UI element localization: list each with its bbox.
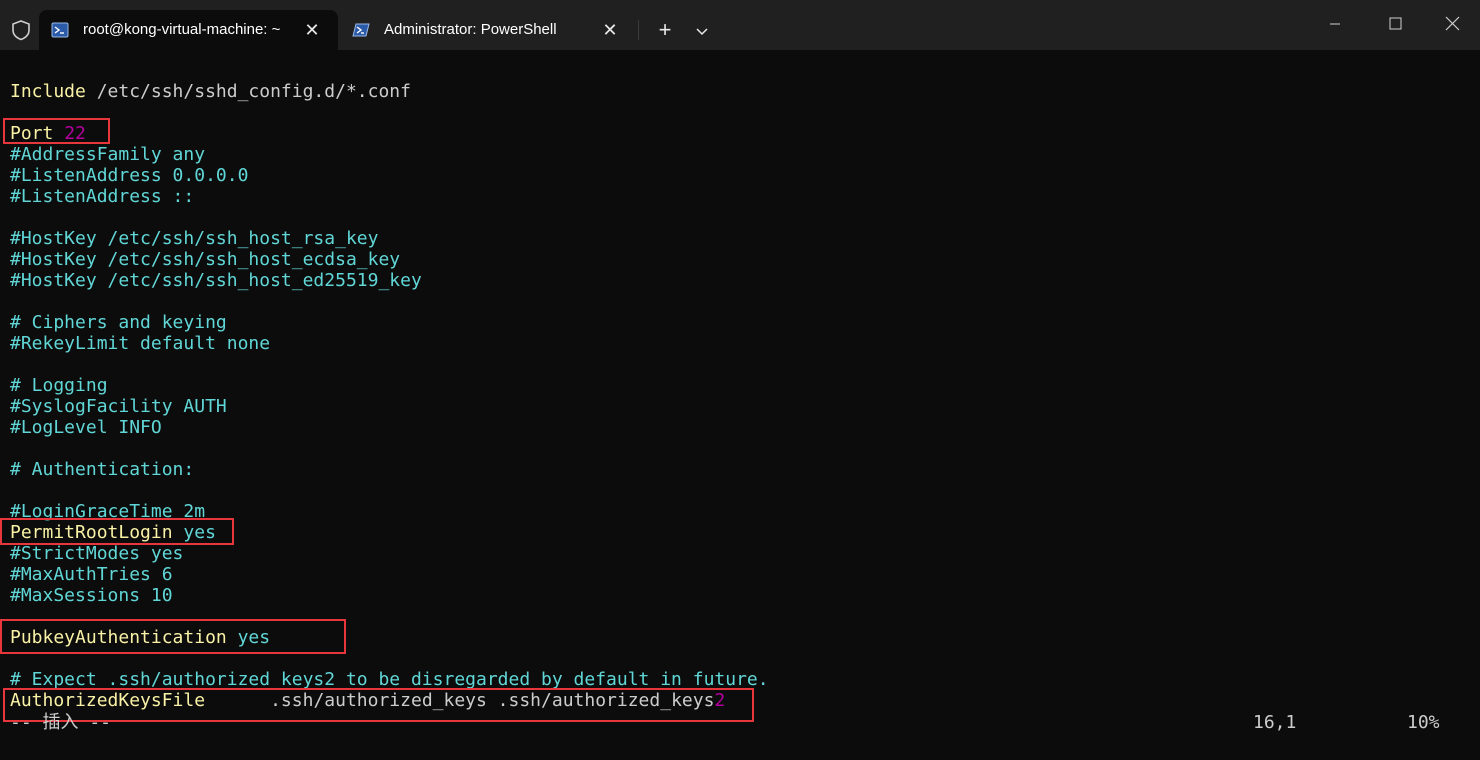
comment-line: #StrictModes yes — [10, 543, 184, 564]
tab-title: Administrator: PowerShell — [384, 21, 557, 38]
new-tab-button[interactable]: + — [650, 16, 680, 44]
value-text: /etc/ssh/sshd_config.d/*.conf — [85, 81, 411, 102]
terminal-icon — [51, 22, 69, 38]
config-line-include: Include /etc/ssh/sshd_config.d/*.conf — [10, 81, 411, 102]
chevron-down-icon[interactable] — [688, 17, 716, 45]
terminal-content[interactable]: Include /etc/ssh/sshd_config.d/*.conf Po… — [0, 50, 1480, 760]
comment-line: #ListenAddress 0.0.0.0 — [10, 165, 249, 186]
tab-title: root@kong-virtual-machine: ~ — [83, 21, 281, 38]
maximize-icon[interactable] — [1372, 8, 1418, 40]
comment-line: #SyslogFacility AUTH — [10, 396, 227, 417]
comment-line: #LogLevel INFO — [10, 417, 162, 438]
close-icon[interactable]: ✕ — [302, 20, 322, 40]
terminal-window: root@kong-virtual-machine: ~ ✕ Administr… — [0, 0, 1480, 760]
scroll-percent: 10% — [1407, 712, 1440, 733]
minimize-icon[interactable] — [1312, 8, 1358, 40]
comment-line: # Expect .ssh/authorized_keys2 to be dis… — [10, 669, 769, 690]
keyword-text: Include — [10, 81, 86, 102]
tab-bar: root@kong-virtual-machine: ~ ✕ Administr… — [0, 0, 1480, 50]
comment-line: #HostKey /etc/ssh/ssh_host_ecdsa_key — [10, 249, 401, 270]
cursor-position: 16,1 — [1253, 712, 1297, 733]
tab-divider — [638, 20, 639, 40]
highlight-box-pubkeyauthentication — [0, 619, 346, 654]
comment-line: #HostKey /etc/ssh/ssh_host_ed25519_key — [10, 270, 422, 291]
tab-powershell[interactable]: Administrator: PowerShell ✕ — [340, 10, 636, 50]
comment-line: #HostKey /etc/ssh/ssh_host_rsa_key — [10, 228, 379, 249]
highlight-box-authorizedkeysfile — [3, 688, 754, 722]
comment-line: #RekeyLimit default none — [10, 333, 271, 354]
window-close-icon[interactable] — [1430, 8, 1476, 40]
vim-mode-indicator: -- 插入 -- — [10, 712, 112, 733]
highlight-box-permitrootlogin — [0, 518, 234, 545]
comment-line: #ListenAddress :: — [10, 186, 195, 207]
comment-line: # Logging — [10, 375, 108, 396]
comment-line: # Authentication: — [10, 459, 195, 480]
highlight-box-port — [3, 118, 110, 144]
powershell-icon — [352, 23, 370, 37]
comment-line: # Ciphers and keying — [10, 312, 227, 333]
comment-line: #MaxSessions 10 — [10, 585, 173, 606]
comment-line: #AddressFamily any — [10, 144, 206, 165]
shield-icon — [12, 20, 30, 41]
comment-line: #MaxAuthTries 6 — [10, 564, 173, 585]
tab-ubuntu-ssh[interactable]: root@kong-virtual-machine: ~ ✕ — [39, 10, 338, 50]
close-icon[interactable]: ✕ — [600, 20, 620, 40]
